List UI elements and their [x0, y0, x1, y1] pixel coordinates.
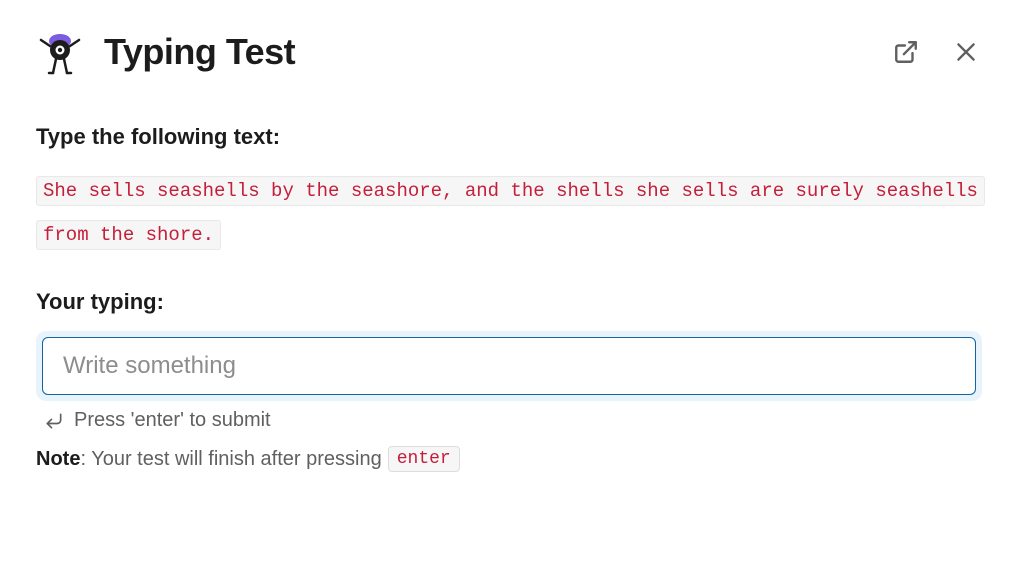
prompt-section: Type the following text: She sells seash…	[36, 124, 982, 257]
typing-test-modal: Typing Test Type the following text: She…	[0, 0, 1018, 500]
note-text: : Your test will finish after pressing	[80, 448, 381, 470]
header-left: Typing Test	[36, 28, 295, 76]
close-icon[interactable]	[950, 36, 982, 68]
prompt-text-content: She sells seashells by the seashore, and…	[36, 176, 985, 250]
typing-input[interactable]	[42, 337, 976, 395]
input-wrapper	[36, 331, 982, 401]
prompt-text: She sells seashells by the seashore, and…	[36, 170, 982, 257]
prompt-label: Type the following text:	[36, 124, 982, 150]
submit-hint: Press 'enter' to submit	[44, 409, 982, 432]
app-icon	[36, 28, 84, 76]
note-label: Note	[36, 448, 80, 470]
modal-title: Typing Test	[104, 31, 295, 73]
modal-header: Typing Test	[36, 28, 982, 76]
enter-key-code: enter	[388, 446, 460, 472]
hint-text: Press 'enter' to submit	[74, 409, 271, 432]
enter-key-icon	[44, 411, 64, 431]
external-link-icon[interactable]	[890, 36, 922, 68]
note: Note: Your test will finish after pressi…	[36, 446, 982, 472]
header-right	[890, 36, 982, 68]
input-section: Your typing: Press 'enter' to submit Not…	[36, 289, 982, 472]
input-label: Your typing:	[36, 289, 982, 315]
